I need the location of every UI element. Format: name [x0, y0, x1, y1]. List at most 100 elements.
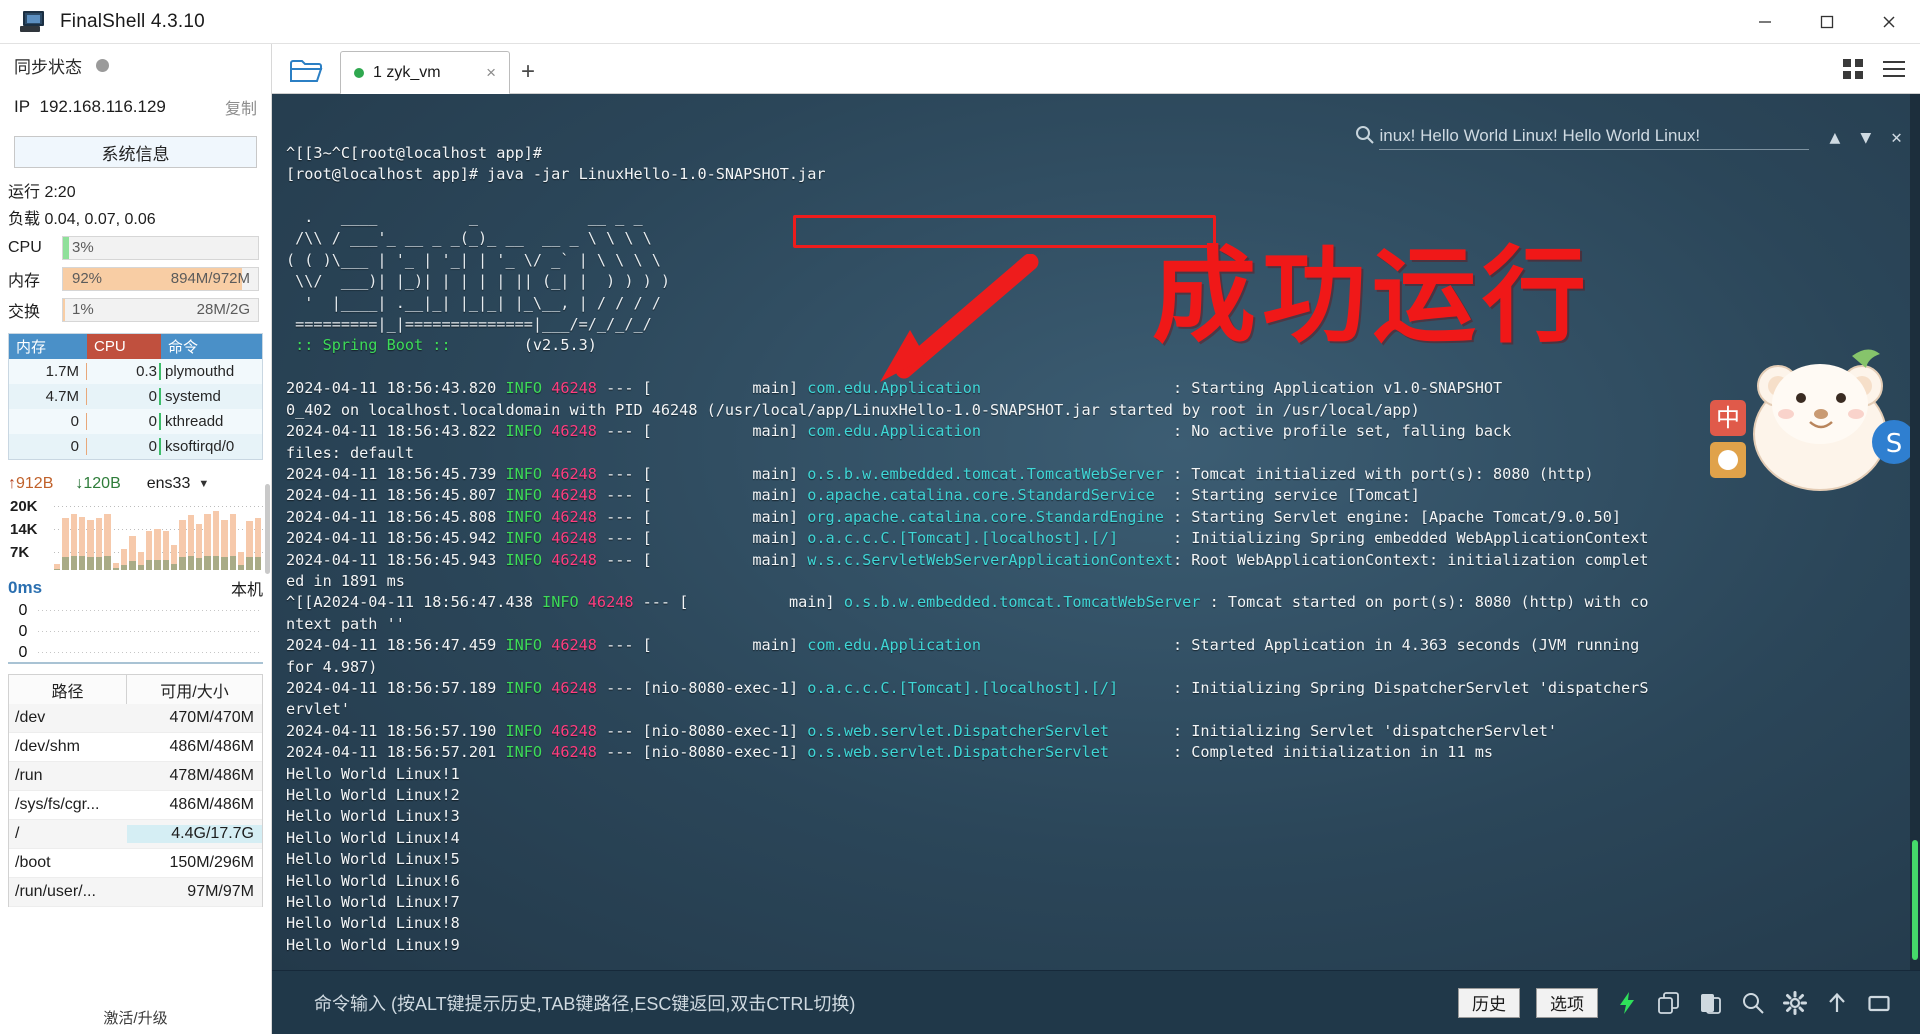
activate-upgrade-link[interactable]: 激活/升级: [0, 1000, 271, 1034]
disk-row[interactable]: /dev/shm 486M/486M: [9, 733, 262, 762]
process-table[interactable]: 内存 CPU 命令 1.7M 0.3 plymouthd 4.7M 0 systemd 0 0…: [8, 333, 263, 460]
process-col-mem[interactable]: 内存: [9, 334, 87, 359]
upload-icon[interactable]: [1824, 990, 1850, 1016]
tab-close-icon[interactable]: ×: [486, 63, 496, 83]
terminal-log-continuation: for 4.987): [286, 657, 378, 676]
terminal-output-line: Hello World Linux!1: [286, 764, 460, 783]
meter-bar: 3%: [62, 235, 259, 260]
process-row[interactable]: 0 0 kthreadd: [9, 409, 262, 434]
process-col-cmd[interactable]: 命令: [161, 334, 262, 359]
terminal-banner-line: . ____ _ __ _ _: [286, 208, 643, 227]
ip-label: IP: [14, 97, 31, 116]
network-bars: [54, 500, 261, 570]
meter-value: 28M/2G: [196, 300, 250, 318]
paste-icon[interactable]: [1698, 990, 1724, 1016]
terminal-scrollbar[interactable]: [1910, 94, 1920, 970]
grid-view-icon[interactable]: [1842, 58, 1864, 83]
folder-open-icon[interactable]: [278, 49, 334, 93]
terminal-output-line: Hello World Linux!4: [286, 828, 460, 847]
lightning-icon[interactable]: [1614, 990, 1640, 1016]
tab-label: 1 zyk_vm: [373, 63, 441, 81]
ping-row: 0: [8, 600, 263, 621]
options-button[interactable]: 选项: [1536, 987, 1598, 1018]
history-button[interactable]: 历史: [1458, 987, 1520, 1018]
command-input-placeholder[interactable]: 命令输入 (按ALT键提示历史,TAB键路径,ESC键返回,双击CTRL切换): [314, 990, 855, 1016]
terminal-banner-line: ' |____| .__|_| |_|_| |_\__, | / / / /: [286, 293, 661, 312]
ip-value: 192.168.116.129: [39, 97, 166, 116]
ping-row: 0: [8, 621, 263, 642]
terminal-log-line: 2024-04-11 18:56:47.459 INFO 46248 --- […: [286, 636, 1640, 655]
disk-table-header: 路径 可用/大小: [9, 675, 262, 704]
process-cpu: 0.3: [87, 363, 161, 380]
network-bar: [70, 514, 78, 570]
network-interface-name[interactable]: ens33: [147, 475, 191, 493]
process-row[interactable]: 4.7M 0 systemd: [9, 384, 262, 409]
command-input-bar[interactable]: 命令输入 (按ALT键提示历史,TAB键路径,ESC键返回,双击CTRL切换) …: [272, 970, 1920, 1034]
sidebar-scrollbar[interactable]: [264, 154, 271, 994]
maximize-icon[interactable]: [1796, 0, 1858, 44]
search-next-button[interactable]: ▼: [1860, 127, 1871, 148]
network-bar: [246, 521, 253, 570]
net-axis-label-14k: 14K: [10, 521, 38, 538]
search-input[interactable]: inux! Hello World Linux! Hello World Lin…: [1379, 125, 1810, 150]
copy-ip-button[interactable]: 复制: [225, 95, 257, 119]
disk-table[interactable]: 路径 可用/大小 /dev 470M/470M/dev/shm 486M/486M /…: [8, 674, 263, 907]
ip-address: IP 192.168.116.129: [14, 97, 166, 117]
copy-icon[interactable]: [1656, 990, 1682, 1016]
search-prev-button[interactable]: ▲: [1829, 127, 1840, 148]
disk-row[interactable]: /boot 150M/296M: [9, 849, 262, 878]
ping-value: 0: [18, 643, 28, 661]
disk-table-body: /dev 470M/470M/dev/shm 486M/486M/run 478M/4…: [9, 704, 262, 907]
network-download-value: 120B: [83, 475, 121, 492]
process-table-body: 1.7M 0.3 plymouthd 4.7M 0 systemd 0 0 kthreadd 0 0…: [9, 359, 262, 459]
gear-icon[interactable]: [1782, 990, 1808, 1016]
disk-row[interactable]: /run 478M/486M: [9, 762, 262, 791]
process-row[interactable]: 0 0 ksoftirqd/0: [9, 434, 262, 459]
disk-row[interactable]: /dev 470M/470M: [9, 704, 262, 733]
terminal-log-line: 2024-04-11 18:56:43.822 INFO 46248 --- […: [286, 422, 1512, 441]
process-table-header: 内存 CPU 命令: [9, 334, 262, 359]
meter-row-CPU: CPU 3%: [0, 232, 271, 263]
tab-zyk-vm[interactable]: 1 zyk_vm ×: [340, 51, 510, 94]
terminal-output-line: Hello World Linux!7: [286, 893, 460, 912]
new-tab-button[interactable]: +: [510, 51, 546, 93]
disk-row[interactable]: / 4.4G/17.7G: [9, 820, 262, 849]
hamburger-menu-icon[interactable]: [1882, 59, 1906, 82]
terminal-log-line: 2024-04-11 18:56:45.739 INFO 46248 --- […: [286, 464, 1594, 483]
search-icon: [1235, 104, 1375, 171]
network-bar: [104, 514, 111, 570]
process-col-cpu[interactable]: CPU: [87, 334, 161, 359]
search-icon[interactable]: [1740, 990, 1766, 1016]
network-traffic-chart: 20K 14K 7K: [8, 498, 263, 570]
process-cmd: kthreadd: [165, 413, 224, 430]
disk-row[interactable]: /run/user/... 97M/97M: [9, 878, 262, 907]
close-icon[interactable]: [1858, 0, 1920, 44]
system-info-button[interactable]: 系统信息: [14, 136, 257, 168]
terminal-search-bar[interactable]: inux! Hello World Linux! Hello World Lin…: [1227, 100, 1910, 175]
minimize-icon[interactable]: [1734, 0, 1796, 44]
disk-row[interactable]: /sys/fs/cgr... 486M/486M: [9, 791, 262, 820]
disk-col-path[interactable]: 路径: [9, 675, 127, 704]
disk-col-size[interactable]: 可用/大小: [127, 675, 262, 704]
search-close-icon[interactable]: ✕: [1891, 127, 1902, 148]
terminal-output-line: Hello World Linux!6: [286, 871, 460, 890]
meter-percent: 1%: [72, 300, 94, 318]
network-bar: [187, 515, 195, 570]
disk-path: /sys/fs/cgr...: [15, 796, 100, 813]
window-icon[interactable]: [1866, 990, 1892, 1016]
tab-bar: 1 zyk_vm × +: [272, 44, 1920, 94]
computer-icon: [20, 10, 46, 33]
meter-percent: 92%: [72, 269, 103, 287]
terminal-log-line: 2024-04-11 18:56:45.943 INFO 46248 --- […: [286, 550, 1649, 569]
meter-row-内存: 内存 92% 894M/972M: [0, 263, 271, 294]
process-mem: 1.7M: [9, 363, 87, 380]
resource-meters: CPU 3% 内存 92% 894M/972M 交换 1% 28M/2G: [0, 232, 271, 325]
chevron-down-icon[interactable]: ▼: [198, 478, 209, 490]
sidebar: 同步状态 IP 192.168.116.129 复制 系统信息 运行 2:20 …: [0, 44, 272, 1034]
process-row[interactable]: 1.7M 0.3 plymouthd: [9, 359, 262, 384]
terminal-output[interactable]: ^[[3~^C[root@localhost app]# [root@localh…: [272, 94, 1920, 970]
terminal-output-line: Hello World Linux!8: [286, 914, 460, 933]
process-cmd: systemd: [165, 388, 221, 405]
meter-label: 内存: [8, 272, 41, 290]
